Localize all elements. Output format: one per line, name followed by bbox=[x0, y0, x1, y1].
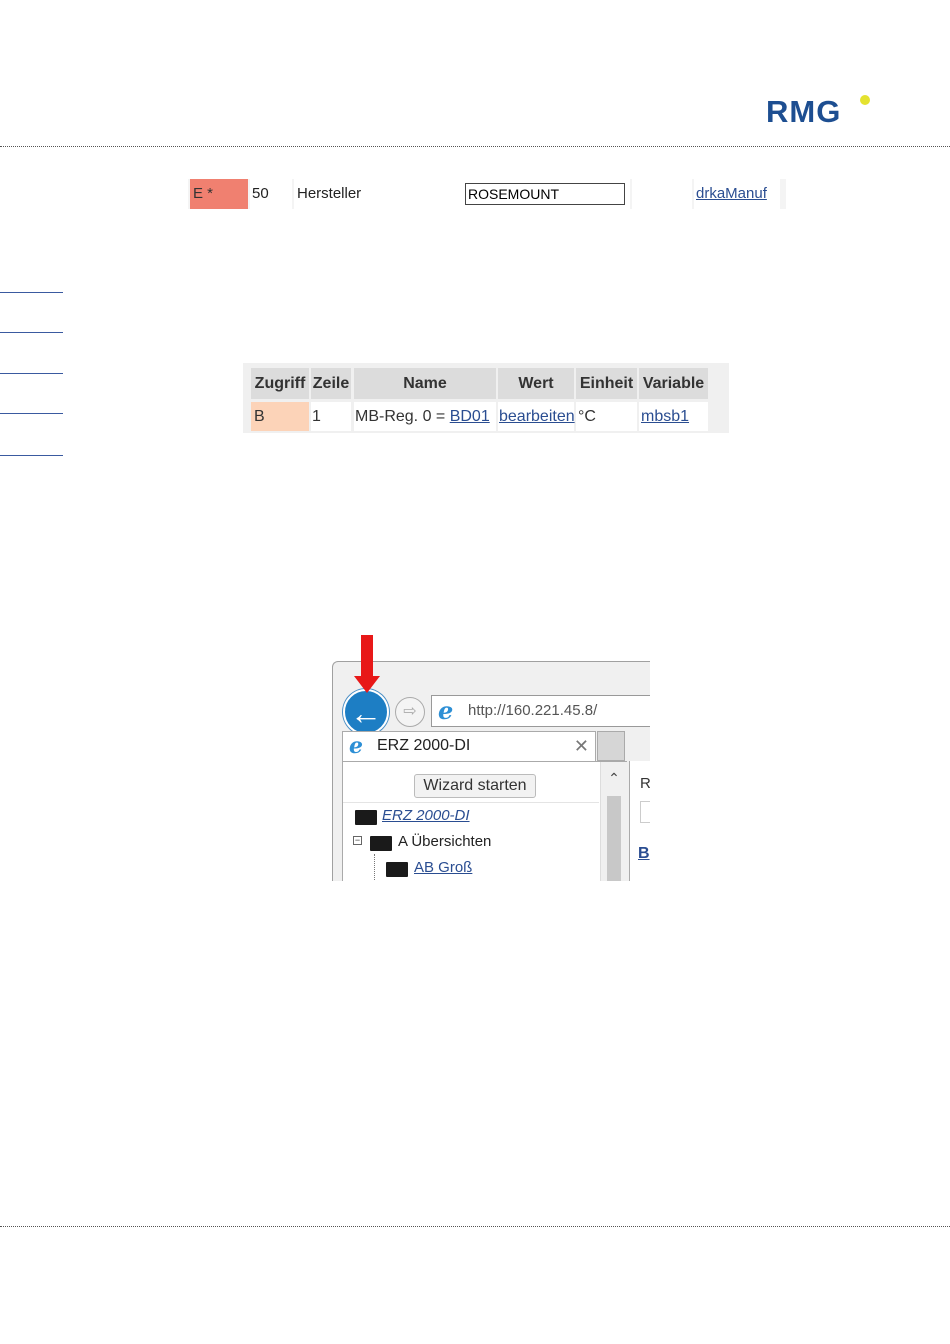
rmg-logo: RMG bbox=[766, 94, 876, 130]
wizard-start-button[interactable]: Wizard starten bbox=[414, 774, 536, 798]
logo-dot-icon bbox=[860, 95, 870, 105]
tree-item-ab-gross[interactable]: AB Groß bbox=[414, 858, 472, 878]
tree-item-label: ERZ 2000-DI bbox=[382, 807, 470, 824]
line-cell: 1 bbox=[311, 402, 351, 431]
address-bar[interactable]: e http://160.221.45.8/ bbox=[431, 695, 650, 727]
tree-item-label: AB Groß bbox=[414, 859, 473, 876]
tree-item-root[interactable]: ERZ 2000-DI bbox=[382, 806, 470, 826]
header-wert: Wert bbox=[498, 368, 574, 399]
navigation-pane: Wizard starten ERZ 2000-DI − A Übersicht… bbox=[342, 761, 627, 881]
value-cell: bearbeiten bbox=[498, 402, 575, 431]
open-folder-icon bbox=[355, 810, 377, 825]
header-rule bbox=[0, 146, 950, 147]
logo-text: RMG bbox=[766, 94, 842, 129]
bd01-link[interactable]: BD01 bbox=[450, 408, 490, 425]
header-einheit: Einheit bbox=[576, 368, 637, 399]
scrollbar[interactable]: ⌃ bbox=[600, 762, 627, 881]
unit-cell: °C bbox=[576, 402, 637, 431]
margin-line bbox=[0, 455, 63, 456]
line-cell: 50 bbox=[250, 179, 292, 209]
forward-button[interactable]: ⇨ bbox=[395, 697, 425, 727]
variable-link[interactable]: mbsb1 bbox=[641, 408, 689, 425]
red-arrow-icon bbox=[361, 635, 373, 679]
margin-line bbox=[0, 413, 63, 414]
content-field bbox=[640, 801, 650, 823]
name-cell: Hersteller bbox=[294, 179, 461, 209]
open-folder-icon bbox=[370, 836, 392, 851]
unit-cell bbox=[632, 179, 692, 209]
variable-cell: drkaManuf bbox=[694, 179, 780, 209]
margin-line bbox=[0, 292, 63, 293]
tree-item-label: A Übersichten bbox=[398, 833, 492, 850]
divider bbox=[343, 802, 599, 803]
manufacturer-input[interactable] bbox=[465, 183, 625, 205]
scroll-thumb[interactable] bbox=[607, 796, 621, 881]
content-letter: R bbox=[640, 775, 650, 792]
browser-tab[interactable]: e ERZ 2000-DI ✕ bbox=[342, 731, 596, 761]
ie-icon: e bbox=[349, 733, 363, 759]
folder-icon bbox=[386, 862, 408, 877]
back-button[interactable]: ← bbox=[343, 689, 389, 735]
margin-line bbox=[0, 373, 63, 374]
modbus-table: Zugriff Zeile Name Wert Einheit Variable… bbox=[243, 363, 729, 433]
variable-link[interactable]: drkaManuf bbox=[696, 185, 767, 202]
tab-title: ERZ 2000-DI bbox=[377, 737, 471, 754]
tree-item-overview[interactable]: A Übersichten bbox=[398, 832, 491, 852]
value-cell bbox=[460, 179, 630, 209]
name-prefix: MB-Reg. 0 = bbox=[355, 408, 450, 425]
content-link[interactable]: B bbox=[638, 845, 650, 863]
parameter-row-hersteller: E * 50 Hersteller drkaManuf bbox=[188, 179, 786, 209]
access-cell: E * bbox=[190, 179, 248, 209]
access-cell: B bbox=[251, 402, 309, 431]
footer-rule bbox=[0, 1226, 950, 1227]
header-zeile: Zeile bbox=[311, 368, 351, 399]
margin-line bbox=[0, 332, 63, 333]
tree-line bbox=[374, 854, 375, 881]
collapse-icon[interactable]: − bbox=[353, 836, 362, 845]
address-text: http://160.221.45.8/ bbox=[468, 702, 598, 719]
content-pane: R B bbox=[629, 761, 650, 881]
new-tab-button[interactable] bbox=[597, 731, 625, 761]
edit-link[interactable]: bearbeiten bbox=[499, 408, 575, 425]
browser-window: ← ⇨ e http://160.221.45.8/ e ERZ 2000-DI… bbox=[332, 661, 650, 881]
variable-cell: mbsb1 bbox=[639, 402, 708, 431]
header-name: Name bbox=[354, 368, 496, 399]
chevron-up-icon[interactable]: ⌃ bbox=[601, 770, 627, 787]
red-arrow-head-icon bbox=[354, 676, 380, 693]
header-zugriff: Zugriff bbox=[251, 368, 309, 399]
close-icon[interactable]: ✕ bbox=[574, 732, 589, 760]
ie-icon: e bbox=[438, 696, 454, 725]
name-cell: MB-Reg. 0 = BD01 bbox=[354, 402, 496, 431]
header-variable: Variable bbox=[639, 368, 708, 399]
